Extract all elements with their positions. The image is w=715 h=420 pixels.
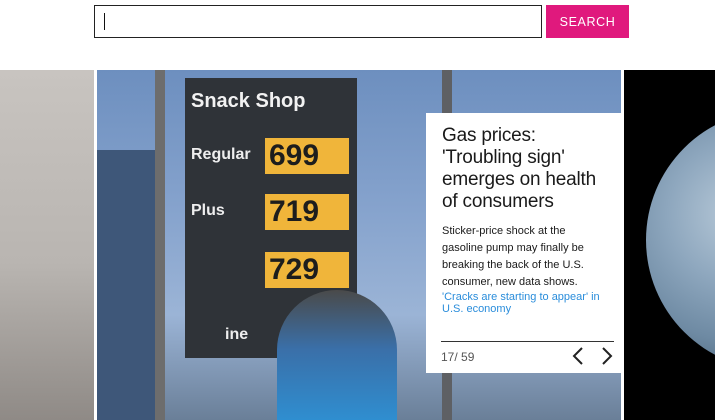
caption-card: Gas prices: 'Troubling sign' emerges on … [426,113,622,373]
divider [441,341,614,342]
sign-label: Plus [191,202,225,219]
related-article-link[interactable]: 'Cracks are starting to appear' in U.S. … [442,291,607,315]
sign-label: Regular [191,146,251,163]
photo-pole [155,70,165,420]
slide-counter: 17/ 59 [441,350,475,364]
sign-price: 729 [265,252,349,288]
search-input[interactable] [94,5,542,38]
photo-person [277,290,397,420]
search-button[interactable]: SEARCH [546,5,629,38]
next-slide-image[interactable] [624,70,715,420]
search-bar: SEARCH [94,5,629,39]
photo-building [97,150,157,420]
sign-title: Snack Shop [191,90,306,112]
sign-price: 719 [265,194,349,230]
slide-title: Gas prices: 'Troubling sign' emerges on … [442,125,596,212]
text-caret [104,13,105,30]
sign-row: Plus 719 [185,192,357,232]
chevron-left-icon[interactable] [569,345,589,367]
chevron-right-icon[interactable] [596,345,616,367]
sign-label: ine [225,326,249,343]
previous-slide-image[interactable] [0,70,94,420]
slide-description: Sticker-price shock at the gasoline pump… [442,225,584,288]
sign-price: 699 [265,138,349,174]
sign-row: Regular 699 [185,136,357,176]
sign-row: 729 [185,250,357,290]
planet-image [646,110,715,370]
